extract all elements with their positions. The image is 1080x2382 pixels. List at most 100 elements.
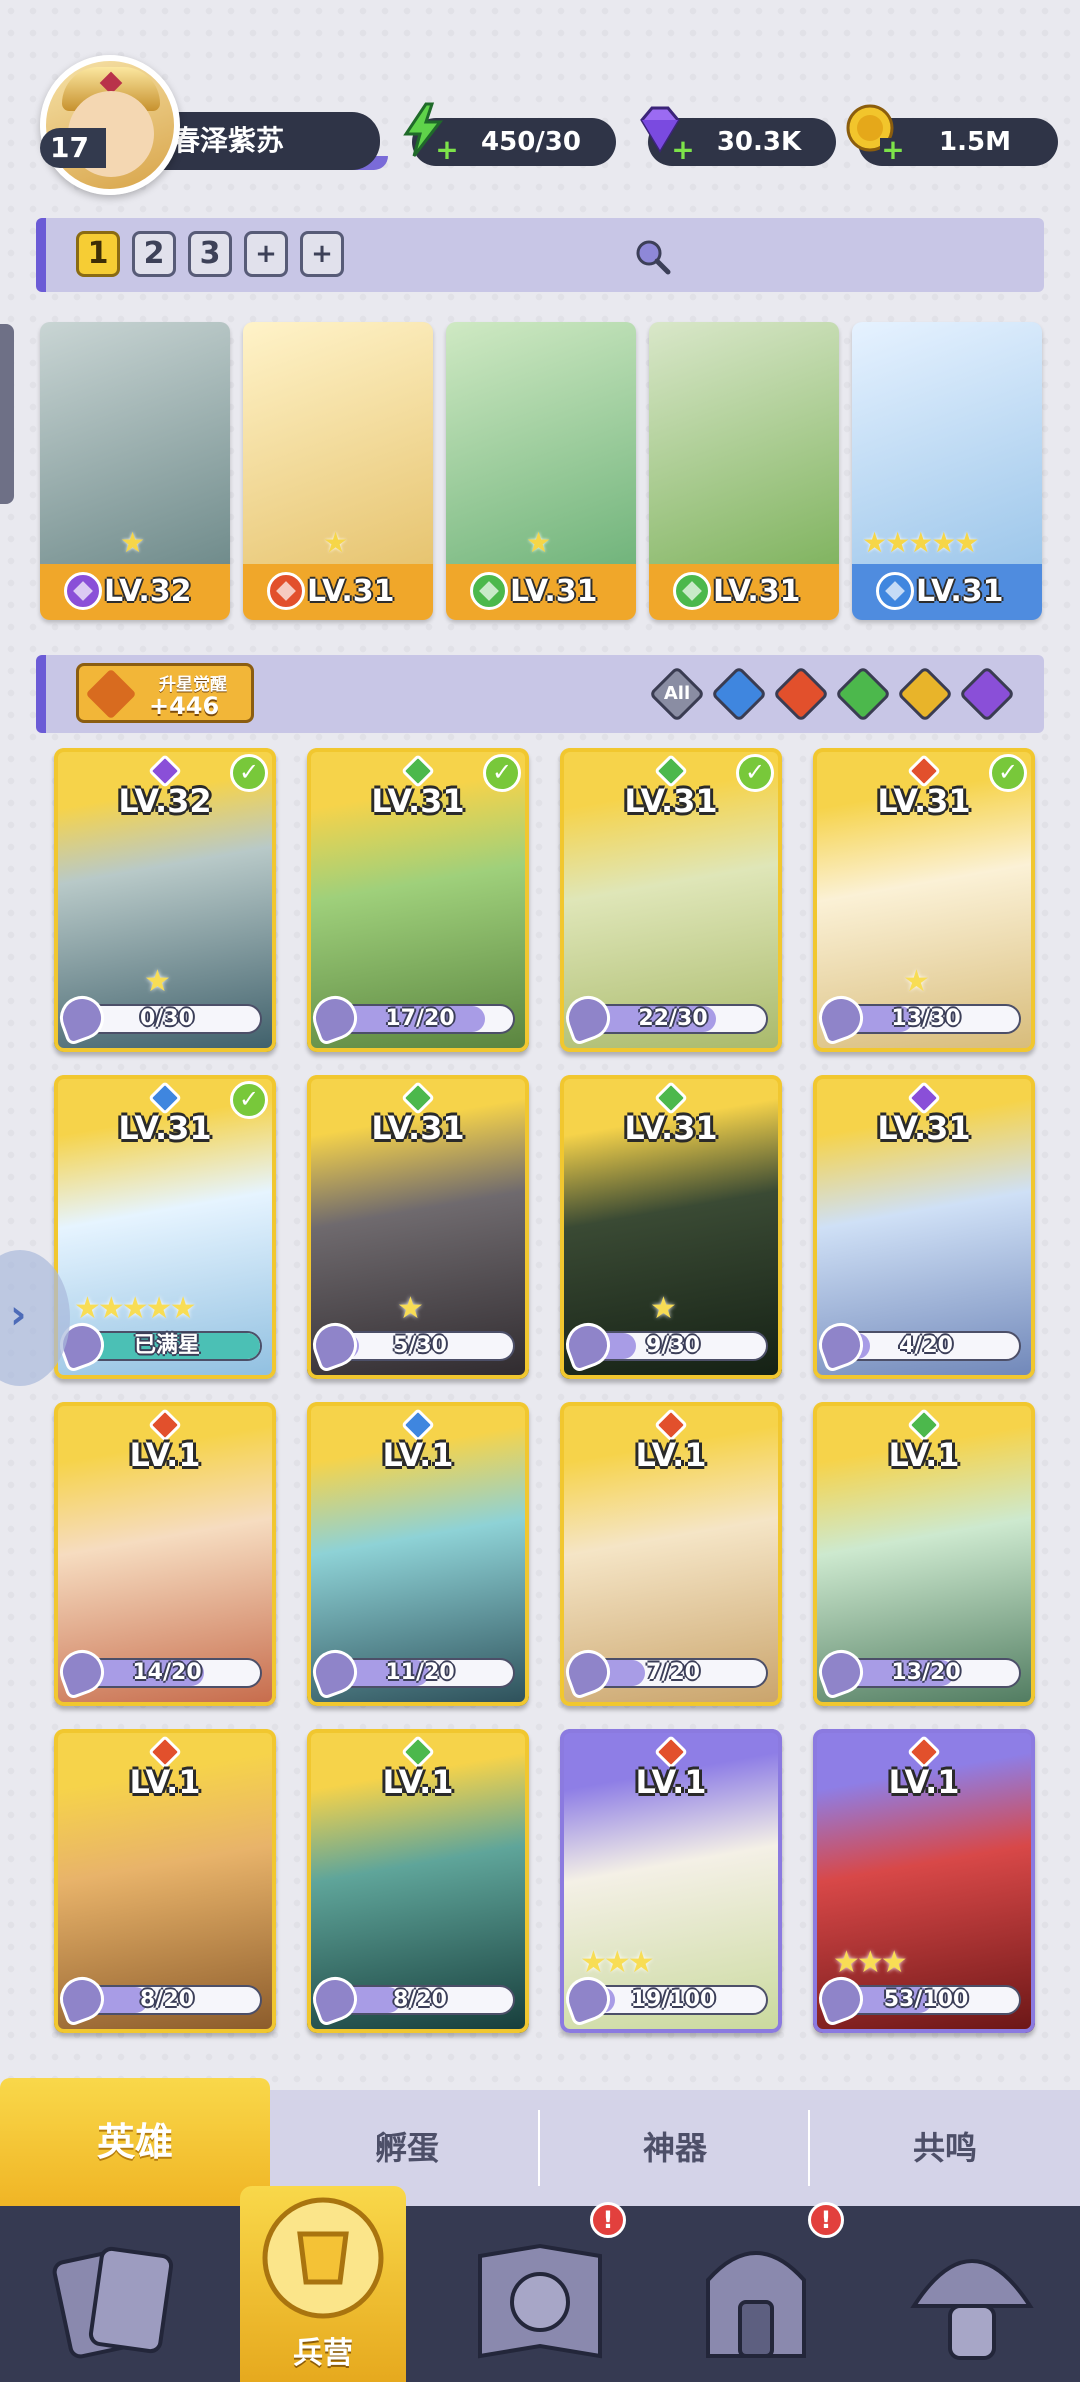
hero-card[interactable]: LV.31 4/20 (813, 1075, 1035, 1379)
hero-card[interactable]: LV.1 8/20 (307, 1729, 529, 2033)
plus-icon[interactable]: + (670, 136, 696, 164)
dark-element-icon (958, 665, 1016, 723)
hero-level: LV.1 (382, 1436, 454, 1474)
hero-card[interactable]: LV.1 13/20 (813, 1402, 1035, 1706)
hero-stars: ★ (526, 526, 551, 559)
hero-level: LV.1 (382, 1763, 454, 1801)
nav-cards[interactable] (10, 2206, 226, 2382)
chevron-right-icon: › (10, 1292, 27, 1338)
fire-element-icon (772, 665, 830, 723)
add-team-button[interactable]: + (300, 231, 344, 277)
filter-dark-button[interactable] (958, 665, 1016, 723)
nav-barracks[interactable]: 兵营 (240, 2186, 406, 2382)
hero-stars: ★★★ (833, 1945, 908, 1980)
energy-counter[interactable]: + 450/30 (403, 102, 616, 166)
hero-portrait (649, 322, 839, 572)
energy-value: 450/30 (481, 127, 581, 157)
star-awaken-button[interactable]: 升星觉醒 +446 (76, 663, 254, 723)
nav-mushroom-house[interactable] (864, 2206, 1080, 2382)
team-hero-card[interactable]: ★ LV.32 (40, 322, 230, 620)
gem-value: 30.3K (716, 127, 802, 157)
side-drawer-handle[interactable] (0, 324, 14, 504)
tab-resonance[interactable]: 共鸣 (810, 2090, 1080, 2206)
hero-stars: ★★★★★ (74, 1291, 196, 1326)
hero-level: LV.1 (129, 1436, 201, 1474)
tab-heroes[interactable]: 英雄 (0, 2078, 270, 2206)
hero-level: LV.31 (371, 1109, 465, 1147)
team-hero-card[interactable]: ★ LV.31 (243, 322, 433, 620)
alert-badge: ! (590, 2202, 626, 2238)
nav-temple[interactable]: ! (648, 2202, 864, 2382)
hero-card[interactable]: LV.1 ★★★ 19/100 (560, 1729, 782, 2033)
top-bar: 春泽紫苏 17 + 450/30 + 30.3K + 1.5M (0, 0, 1080, 200)
hero-card[interactable]: LV.1 7/20 (560, 1402, 782, 1706)
sword-icon (85, 668, 137, 720)
checkmark-icon: ✓ (230, 754, 268, 792)
team-tab-3[interactable]: 3 (188, 231, 232, 277)
hero-stars: ★★★ (580, 1945, 655, 1980)
hero-card[interactable]: LV.1 11/20 (307, 1402, 529, 1706)
barracks-icon (262, 2197, 384, 2319)
hero-level: LV.31 (307, 574, 395, 609)
team-hero-card[interactable]: LV.31 (649, 322, 839, 620)
gold-value: 1.5M (939, 127, 1011, 157)
checkmark-icon: ✓ (483, 754, 521, 792)
hero-stars: ★ (397, 1291, 424, 1326)
hero-stars: ★★★★★ (862, 526, 980, 559)
gold-counter[interactable]: + 1.5M (846, 104, 1058, 166)
hero-level: LV.1 (635, 1763, 707, 1801)
filter-all-button[interactable]: All (648, 665, 706, 723)
hero-level: LV.1 (635, 1436, 707, 1474)
filter-all-label: All (663, 683, 691, 704)
hero-card[interactable]: LV.1 ★★★ 53/100 (813, 1729, 1035, 2033)
hero-card[interactable]: LV.31 ✓ ★ 13/30 (813, 748, 1035, 1052)
player-name[interactable]: 春泽紫苏 (138, 112, 388, 170)
wind-element-icon (834, 665, 892, 723)
team-tab-bar: 1 2 3 + + (36, 218, 1044, 292)
filter-water-button[interactable] (710, 665, 768, 723)
filter-fire-button[interactable] (772, 665, 830, 723)
hero-card[interactable]: LV.1 8/20 (54, 1729, 276, 2033)
gem-counter[interactable]: + 30.3K (640, 106, 836, 166)
hero-level: LV.32 (104, 574, 192, 609)
tab-artifacts[interactable]: 神器 (540, 2090, 810, 2206)
hero-stars: ★ (144, 964, 171, 999)
filter-bar: 升星觉醒 +446 All (36, 655, 1044, 733)
hero-card[interactable]: LV.31 ★ 9/30 (560, 1075, 782, 1379)
team-tab-1[interactable]: 1 (76, 231, 120, 277)
team-tab-2[interactable]: 2 (132, 231, 176, 277)
search-icon[interactable] (632, 236, 672, 276)
player-avatar[interactable] (40, 55, 180, 195)
plus-icon[interactable]: + (434, 136, 460, 164)
add-team-button[interactable]: + (244, 231, 288, 277)
checkmark-icon: ✓ (230, 1081, 268, 1119)
hero-level: LV.31 (916, 574, 1004, 609)
light-element-icon (896, 665, 954, 723)
nav-barracks-label: 兵营 (293, 2336, 353, 2371)
hero-card[interactable]: LV.32 ✓ ★ 0/30 (54, 748, 276, 1052)
alert-badge: ! (808, 2202, 844, 2238)
hero-stars: ★ (903, 964, 930, 999)
team-hero-card[interactable]: ★★★★★ LV.31 (852, 322, 1042, 620)
hero-card[interactable]: LV.31 ✓ 22/30 (560, 748, 782, 1052)
bottom-nav: 兵营 ! ! (0, 2186, 1080, 2382)
hero-level: LV.31 (624, 1109, 718, 1147)
hero-card[interactable]: LV.1 14/20 (54, 1402, 276, 1706)
mushroom-icon (910, 2259, 1034, 2360)
plus-icon[interactable]: + (880, 136, 906, 164)
hero-level: LV.1 (888, 1436, 960, 1474)
checkmark-icon: ✓ (736, 754, 774, 792)
nav-adventure-map[interactable]: ! (432, 2202, 648, 2382)
hero-level: LV.1 (129, 1763, 201, 1801)
sub-tab-bar: 英雄 孵蛋 神器 共鸣 (0, 2078, 1080, 2206)
filter-wind-button[interactable] (834, 665, 892, 723)
hero-level: LV.1 (888, 1763, 960, 1801)
hero-level: LV.31 (510, 574, 598, 609)
hero-card[interactable]: LV.31 ✓ ★★★★★ 已满星 (54, 1075, 276, 1379)
team-hero-card[interactable]: ★ LV.31 (446, 322, 636, 620)
checkmark-icon: ✓ (989, 754, 1027, 792)
hero-card[interactable]: LV.31 ★ 5/30 (307, 1075, 529, 1379)
awaken-count: +446 (149, 692, 220, 720)
filter-light-button[interactable] (896, 665, 954, 723)
hero-card[interactable]: LV.31 ✓ 17/20 (307, 748, 529, 1052)
